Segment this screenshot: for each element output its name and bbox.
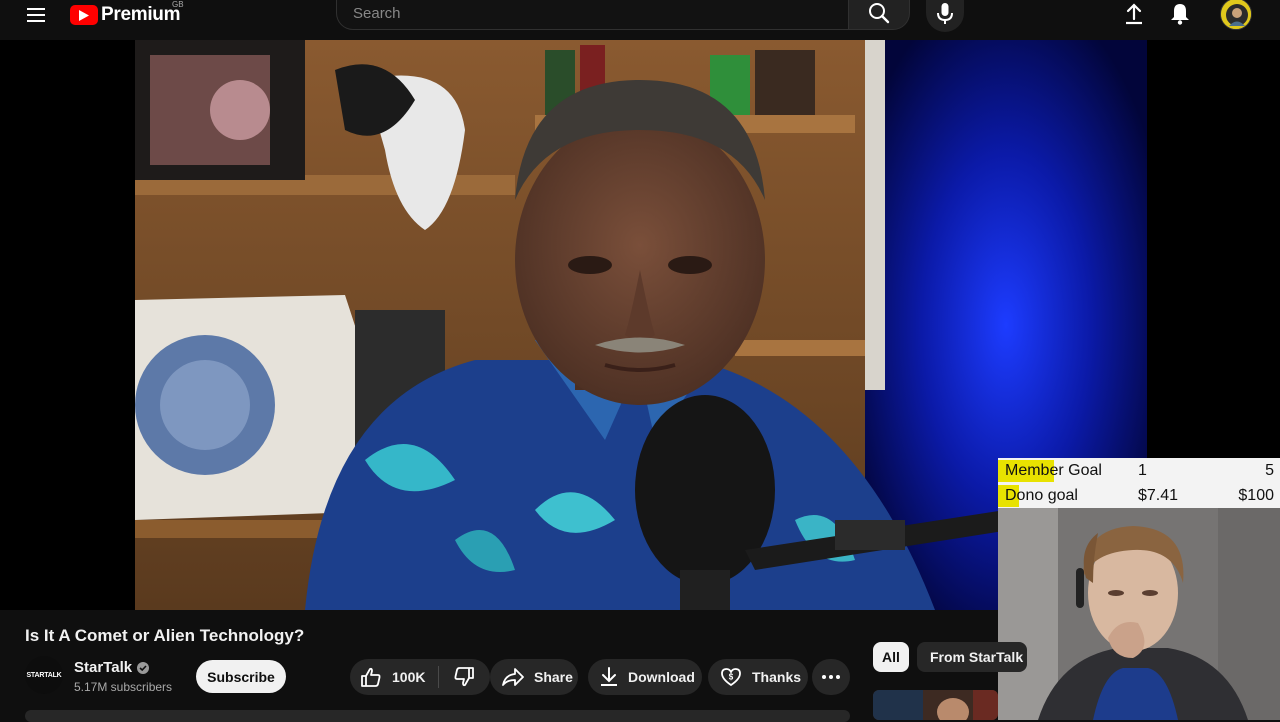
top-bar: Premium GB [0,0,1280,40]
notifications-button[interactable] [1166,0,1194,28]
download-icon [601,667,617,686]
upload-icon [1126,3,1142,25]
channel-name-link[interactable]: StarTalk [74,659,150,676]
region-code: GB [172,0,184,9]
thumbs-down-icon [454,667,474,687]
video-frame [135,40,1147,610]
member-goal-current: 1 [1138,462,1147,479]
chip-from-channel[interactable]: From StarTalk [917,642,1027,672]
dono-goal-label: Dono goal [1005,487,1078,504]
thanks-heart-icon: $ [721,668,741,687]
microphone-icon [937,3,953,24]
verified-icon [137,661,150,674]
streamer-webcam [998,508,1280,720]
svg-text:$: $ [729,673,734,682]
video-title: Is It A Comet or Alien Technology? [25,626,305,645]
member-goal-target: 5 [1265,462,1274,479]
avatar-image [1221,0,1251,29]
dono-goal-label-wrap: Dono goal [998,485,1078,507]
subscriber-count: 5.17M subscribers [74,680,173,694]
search-input[interactable] [351,0,835,29]
more-horizontal-icon [822,675,840,679]
thanks-label: Thanks [752,669,802,685]
thanks-button[interactable]: $ Thanks [708,659,808,695]
channel-name: StarTalk [74,659,133,676]
stream-goals-overlay: Member Goal 1 5 Dono goal $7.41 $100 [998,458,1280,508]
voice-search-button[interactable] [926,0,964,32]
recommended-video-thumbnail[interactable] [873,690,998,720]
like-count: 100K [392,669,426,685]
youtube-play-icon [70,5,98,25]
download-button[interactable]: Download [588,659,702,695]
account-avatar[interactable] [1220,0,1252,30]
like-button[interactable]: 100K [350,659,438,695]
description-box[interactable] [25,710,850,722]
dislike-button[interactable] [439,659,489,695]
channel-avatar-text: STARTALK [26,671,62,679]
youtube-premium-logo[interactable]: Premium GB [70,0,184,27]
thumbnail-image [873,690,998,720]
bell-icon [1171,4,1189,25]
more-actions-button[interactable] [812,659,850,695]
dono-goal-current: $7.41 [1138,487,1179,504]
video-still [135,40,1147,610]
brand-wordmark: Premium [101,4,181,25]
webcam-image [998,508,1280,720]
upload-button[interactable] [1120,0,1148,28]
like-dislike-group: 100K [350,659,490,695]
chip-all[interactable]: All [873,642,909,672]
download-label: Download [628,669,695,685]
share-button[interactable]: Share [490,659,578,695]
search-box [336,0,848,30]
member-goal-label: Member Goal [1005,462,1102,479]
menu-icon [27,8,45,22]
search-icon [869,3,890,24]
channel-avatar[interactable]: STARTALK [25,656,63,694]
share-arrow-icon [502,668,524,686]
menu-button[interactable] [22,2,50,28]
subscribe-button[interactable]: Subscribe [196,660,286,693]
dono-goal-row: Dono goal $7.41 $100 [998,483,1280,508]
dono-goal-target: $100 [1238,487,1274,504]
thumbs-up-icon [361,667,381,687]
search-button[interactable] [848,0,910,30]
member-goal-row: Member Goal 1 5 [998,458,1280,483]
share-label: Share [534,669,573,685]
member-goal-label-wrap: Member Goal [998,460,1102,482]
